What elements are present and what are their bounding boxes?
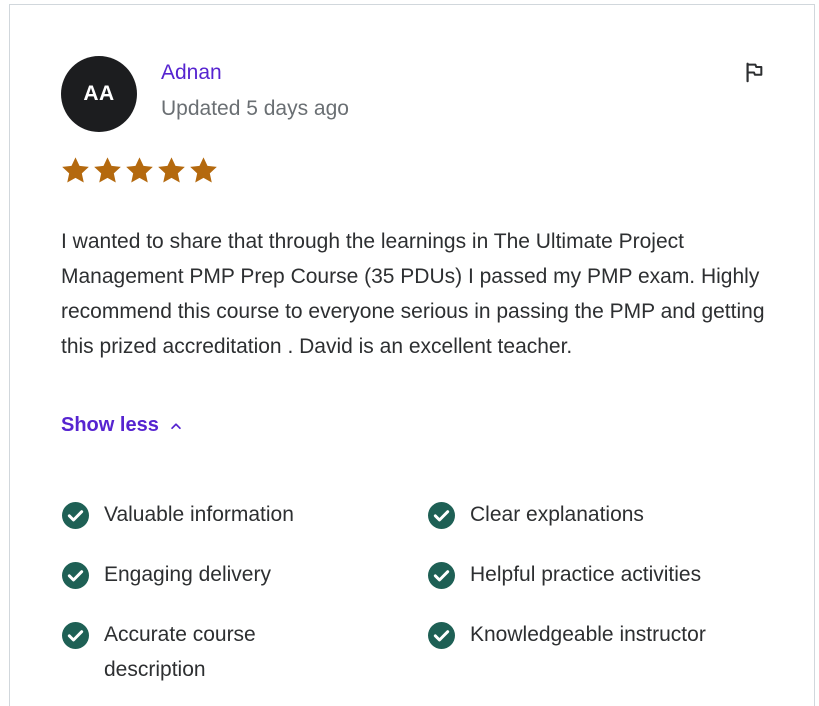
review-tag: Accurate course description [62,617,428,687]
star-icon [94,157,121,183]
chevron-up-icon [171,422,181,429]
review-tag: Valuable information [62,497,428,532]
star-icon [158,157,185,183]
show-less-button[interactable]: Show less [61,414,183,437]
flag-icon[interactable] [743,61,765,83]
star-icon [126,157,153,183]
star-icon [62,157,89,183]
review-card: AA Adnan Updated 5 days ago I wanted to … [9,4,815,706]
check-circle-icon [428,562,455,589]
review-tags: Valuable information Clear explanations … [62,497,782,687]
review-tag-label: Accurate course description [104,623,256,681]
check-circle-icon [62,502,89,529]
check-circle-icon [62,622,89,649]
avatar-initials: AA [83,82,115,105]
review-tag-label: Engaging delivery [104,563,271,586]
star-icon [190,157,217,183]
reviewer-name[interactable]: Adnan [161,61,222,85]
review-tag: Helpful practice activities [428,557,782,592]
review-tag: Knowledgeable instructor [428,617,782,687]
check-circle-icon [62,562,89,589]
review-tag: Clear explanations [428,497,782,532]
show-less-label: Show less [61,414,159,436]
review-timestamp: Updated 5 days ago [161,97,349,120]
review-tag-label: Helpful practice activities [470,563,702,586]
star-rating [60,155,219,186]
check-circle-icon [428,622,455,649]
review-text: I wanted to share that through the learn… [61,230,765,358]
review-tag-label: Clear explanations [470,503,644,526]
check-circle-icon [428,502,455,529]
avatar: AA [61,56,137,132]
review-tag-label: Valuable information [104,503,294,526]
review-tag: Engaging delivery [62,557,428,592]
review-tag-label: Knowledgeable instructor [470,623,706,646]
